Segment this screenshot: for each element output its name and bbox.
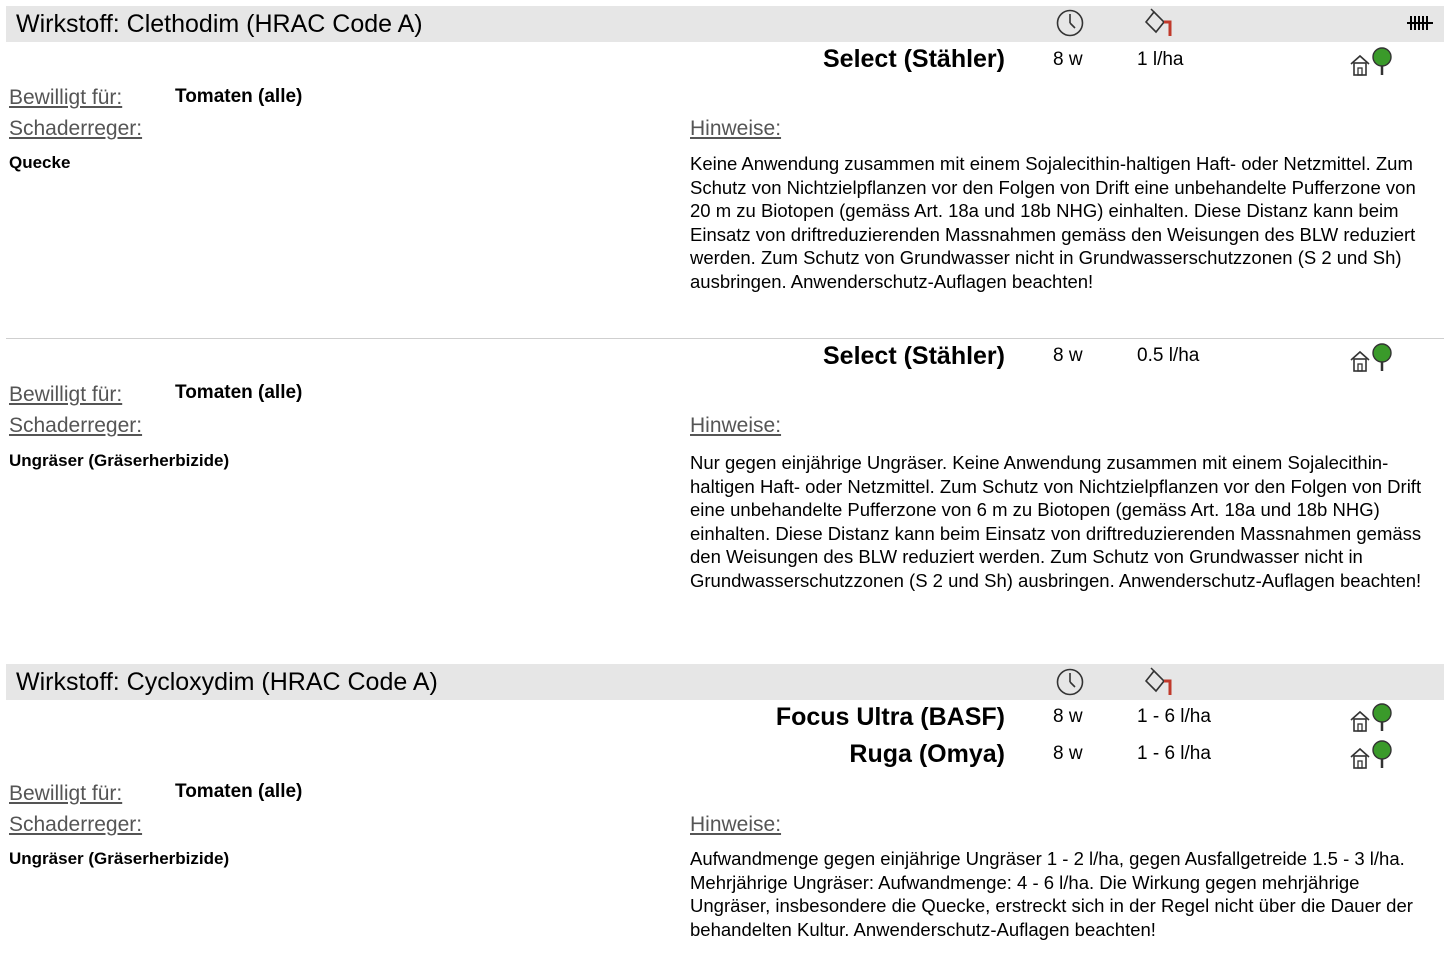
clock-icon bbox=[1056, 9, 1084, 37]
pest-label: Schaderreger: bbox=[9, 813, 143, 836]
waiting-period: 8 w bbox=[1053, 345, 1083, 366]
house-and-tree-icon bbox=[1350, 703, 1392, 732]
product-name: Focus Ultra (BASF) bbox=[775, 703, 1005, 731]
waiting-period: 8 w bbox=[1053, 706, 1083, 727]
approved-for-label: Bewilligt für: bbox=[9, 383, 123, 406]
notes-label: Hinweise: bbox=[690, 414, 782, 437]
dose: 1 - 6 l/ha bbox=[1137, 706, 1211, 727]
dose: 1 l/ha bbox=[1137, 49, 1184, 70]
notes-label: Hinweise: bbox=[690, 813, 782, 836]
section-header-clethodim: Wirkstoff: Clethodim (HRAC Code A) bbox=[6, 6, 1444, 42]
approved-for-label: Bewilligt für: bbox=[9, 86, 123, 109]
section-header-cycloxydim: Wirkstoff: Cycloxydim (HRAC Code A) bbox=[6, 664, 1444, 700]
divider bbox=[6, 338, 1444, 339]
approved-for-label: Bewilligt für: bbox=[9, 782, 123, 805]
watering-can-icon bbox=[1144, 667, 1172, 695]
clock-icon bbox=[1056, 668, 1084, 696]
house-and-tree-icon bbox=[1350, 740, 1392, 769]
product-name: Ruga (Omya) bbox=[849, 740, 1005, 768]
house-and-tree-icon bbox=[1350, 343, 1392, 372]
section-title: Wirkstoff: Clethodim (HRAC Code A) bbox=[16, 10, 423, 38]
pest-value: Ungräser (Gräserherbizide) bbox=[9, 451, 230, 470]
approved-for-value: Tomaten (alle) bbox=[175, 781, 303, 802]
waiting-period: 8 w bbox=[1053, 49, 1083, 70]
watering-can-icon bbox=[1144, 8, 1172, 36]
product-name: Select (Stähler) bbox=[822, 342, 1005, 370]
approved-for-value: Tomaten (alle) bbox=[175, 382, 303, 403]
waiting-period: 8 w bbox=[1053, 743, 1083, 764]
section-title: Wirkstoff: Cycloxydim (HRAC Code A) bbox=[16, 668, 438, 696]
bar-mark-icon bbox=[1407, 16, 1433, 30]
notes-text: Aufwandmenge gegen einjährige Ungräser 1… bbox=[690, 848, 1413, 940]
notes-text: Keine Anwendung zusammen mit einem Sojal… bbox=[690, 153, 1416, 292]
product-name: Select (Stähler) bbox=[822, 45, 1005, 73]
house-and-tree-icon bbox=[1350, 47, 1392, 76]
pest-label: Schaderreger: bbox=[9, 117, 143, 140]
pest-label: Schaderreger: bbox=[9, 414, 143, 437]
notes-label: Hinweise: bbox=[690, 117, 782, 140]
pest-value: Quecke bbox=[9, 153, 71, 172]
dose: 1 - 6 l/ha bbox=[1137, 743, 1211, 764]
notes-text: Nur gegen einjährige Ungräser. Keine Anw… bbox=[690, 452, 1422, 591]
pest-value: Ungräser (Gräserherbizide) bbox=[9, 849, 230, 868]
dose: 0.5 l/ha bbox=[1137, 345, 1200, 366]
approved-for-value: Tomaten (alle) bbox=[175, 86, 303, 107]
